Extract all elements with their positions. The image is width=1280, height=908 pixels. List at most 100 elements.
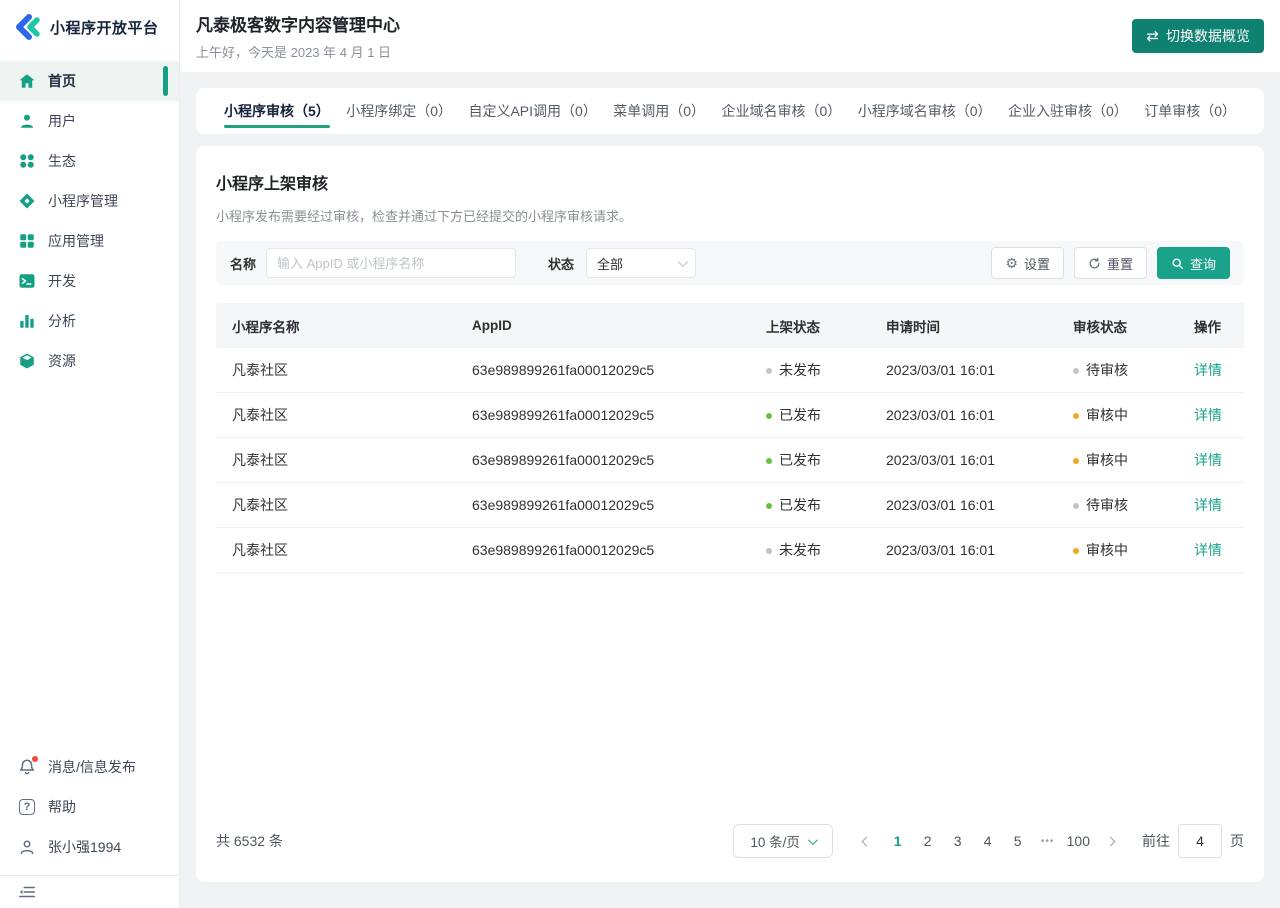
cell-apply-time: 2023/03/01 16:01	[870, 452, 1057, 468]
user-icon	[18, 112, 36, 130]
sidebar-item-miniprogram-management[interactable]: 小程序管理	[0, 181, 179, 221]
reset-button-label: 重置	[1107, 254, 1133, 273]
cell-appid: 63e989899261fa00012029c5	[456, 542, 750, 558]
status-dot	[766, 548, 772, 554]
tab-miniprogram-binding[interactable]: 小程序绑定（0）	[346, 88, 452, 134]
gear-icon: ⚙	[1005, 256, 1018, 270]
publish-status-text: 未发布	[779, 542, 821, 558]
sidebar-item-development[interactable]: 开发	[0, 261, 179, 301]
ecosystem-icon	[18, 152, 36, 170]
main-area: 凡泰极客数字内容管理中心 上午好，今天是 2023 年 4 月 1 日 ⇄ 切换…	[180, 0, 1280, 908]
page-size-select[interactable]: 10 条/页	[733, 824, 833, 858]
name-search-input[interactable]	[266, 248, 516, 278]
content-area: 小程序审核（5） 小程序绑定（0） 自定义API调用（0） 菜单调用（0） 企业…	[180, 72, 1280, 908]
page-header: 凡泰极客数字内容管理中心 上午好，今天是 2023 年 4 月 1 日 ⇄ 切换…	[180, 0, 1280, 72]
cell-apply-time: 2023/03/01 16:01	[870, 542, 1057, 558]
tab-menu-calls[interactable]: 菜单调用（0）	[613, 88, 705, 134]
tab-order-review[interactable]: 订单审核（0）	[1144, 88, 1236, 134]
status-select[interactable]: 全部	[586, 248, 696, 278]
reset-button[interactable]: 重置	[1074, 247, 1147, 279]
total-count: 共 6532 条	[216, 831, 283, 851]
diamond-icon	[18, 192, 36, 210]
table-header-row: 小程序名称 AppID 上架状态 申请时间 审核状态 操作	[216, 303, 1244, 348]
table-row: 凡泰社区 63e989899261fa00012029c5 未发布 2023/0…	[216, 528, 1244, 573]
tab-enterprise-domain-review[interactable]: 企业域名审核（0）	[722, 88, 842, 134]
page-title: 凡泰极客数字内容管理中心	[196, 11, 400, 36]
sidebar-item-ecosystem[interactable]: 生态	[0, 141, 179, 181]
column-header-name: 小程序名称	[216, 316, 456, 336]
goto-page-input[interactable]	[1178, 824, 1222, 858]
goto-suffix: 页	[1230, 831, 1244, 851]
cell-review-status: 待审核	[1057, 495, 1178, 515]
tab-custom-api-calls[interactable]: 自定义API调用（0）	[468, 88, 596, 134]
sidebar-item-analytics[interactable]: 分析	[0, 301, 179, 341]
tab-miniprogram-review[interactable]: 小程序审核（5）	[224, 88, 330, 134]
pagination-controls: 10 条/页 1 2 3 4 5 ••• 100 前往 页	[733, 824, 1244, 858]
sidebar-item-app-management[interactable]: 应用管理	[0, 221, 179, 261]
table-row: 凡泰社区 63e989899261fa00012029c5 已发布 2023/0…	[216, 483, 1244, 528]
tab-enterprise-onboarding-review[interactable]: 企业入驻审核（0）	[1008, 88, 1128, 134]
column-header-apply-time: 申请时间	[870, 316, 1057, 336]
sidebar-item-resources[interactable]: 资源	[0, 341, 179, 381]
sidebar-item-label: 资源	[48, 351, 76, 371]
details-link[interactable]: 详情	[1194, 407, 1222, 423]
cell-name: 凡泰社区	[216, 360, 456, 380]
sidebar-item-label: 帮助	[48, 797, 76, 817]
sidebar-nav: 首页 用户 生态 小程序管理 应用管理	[0, 61, 179, 381]
sidebar-item-account[interactable]: 张小强1994	[0, 827, 179, 867]
page-number-2[interactable]: 2	[915, 826, 941, 856]
sidebar-item-users[interactable]: 用户	[0, 101, 179, 141]
details-link[interactable]: 详情	[1194, 542, 1222, 558]
review-status-text: 审核中	[1086, 452, 1128, 468]
chart-icon	[18, 312, 36, 330]
page-number-5[interactable]: 5	[1005, 826, 1031, 856]
page-number-3[interactable]: 3	[945, 826, 971, 856]
sidebar-item-label: 张小强1994	[48, 837, 121, 857]
settings-button[interactable]: ⚙ 设置	[991, 247, 1064, 279]
review-table: 小程序名称 AppID 上架状态 申请时间 审核状态 操作 凡泰社区 63e98…	[216, 303, 1244, 573]
switch-data-overview-button[interactable]: ⇄ 切换数据概览	[1132, 19, 1264, 53]
status-select-value: 全部	[597, 254, 623, 273]
cell-review-status: 审核中	[1057, 405, 1178, 425]
page-number-4[interactable]: 4	[975, 826, 1001, 856]
goto-page: 前往 页	[1142, 824, 1244, 858]
prev-page-button[interactable]	[853, 826, 881, 856]
search-button[interactable]: 查询	[1157, 247, 1230, 279]
sidebar-item-home[interactable]: 首页	[0, 61, 179, 101]
cell-appid: 63e989899261fa00012029c5	[456, 497, 750, 513]
cell-apply-time: 2023/03/01 16:01	[870, 362, 1057, 378]
status-dot	[766, 413, 772, 419]
details-link[interactable]: 详情	[1194, 497, 1222, 513]
brand-title: 小程序开放平台	[50, 17, 159, 38]
sidebar-item-messages[interactable]: 消息/信息发布	[0, 747, 179, 787]
page-number-100[interactable]: 100	[1065, 826, 1092, 856]
cell-review-status: 待审核	[1057, 360, 1178, 380]
cell-apply-time: 2023/03/01 16:01	[870, 407, 1057, 423]
sidebar-bottom: 消息/信息发布 ? 帮助 张小强1994	[0, 747, 179, 908]
chevron-down-icon	[678, 257, 688, 267]
panel-description: 小程序发布需要经过审核，检查并通过下方已经提交的小程序审核请求。	[216, 206, 1244, 225]
sidebar-collapse[interactable]	[0, 875, 179, 908]
sidebar-item-help[interactable]: ? 帮助	[0, 787, 179, 827]
next-page-button[interactable]	[1096, 826, 1124, 856]
details-link[interactable]: 详情	[1194, 362, 1222, 378]
chevron-right-icon	[1105, 836, 1115, 846]
tab-miniprogram-domain-review[interactable]: 小程序域名审核（0）	[858, 88, 992, 134]
chevron-left-icon	[862, 836, 872, 846]
settings-button-label: 设置	[1024, 254, 1050, 273]
cell-name: 凡泰社区	[216, 405, 456, 425]
more-pages-icon[interactable]: •••	[1035, 826, 1061, 856]
review-status-text: 审核中	[1086, 407, 1128, 423]
sidebar-item-label: 消息/信息发布	[48, 757, 136, 777]
page-number-1[interactable]: 1	[885, 826, 911, 856]
details-link[interactable]: 详情	[1194, 452, 1222, 468]
column-header-appid: AppID	[456, 318, 750, 333]
panel-title: 小程序上架审核	[216, 170, 1244, 194]
status-dot	[1073, 548, 1079, 554]
switch-button-label: 切换数据概览	[1166, 26, 1250, 46]
search-button-label: 查询	[1190, 254, 1216, 273]
cell-review-status: 审核中	[1057, 540, 1178, 560]
sidebar-item-label: 首页	[48, 71, 76, 91]
cell-publish-status: 已发布	[750, 495, 870, 515]
review-status-text: 待审核	[1086, 362, 1128, 378]
